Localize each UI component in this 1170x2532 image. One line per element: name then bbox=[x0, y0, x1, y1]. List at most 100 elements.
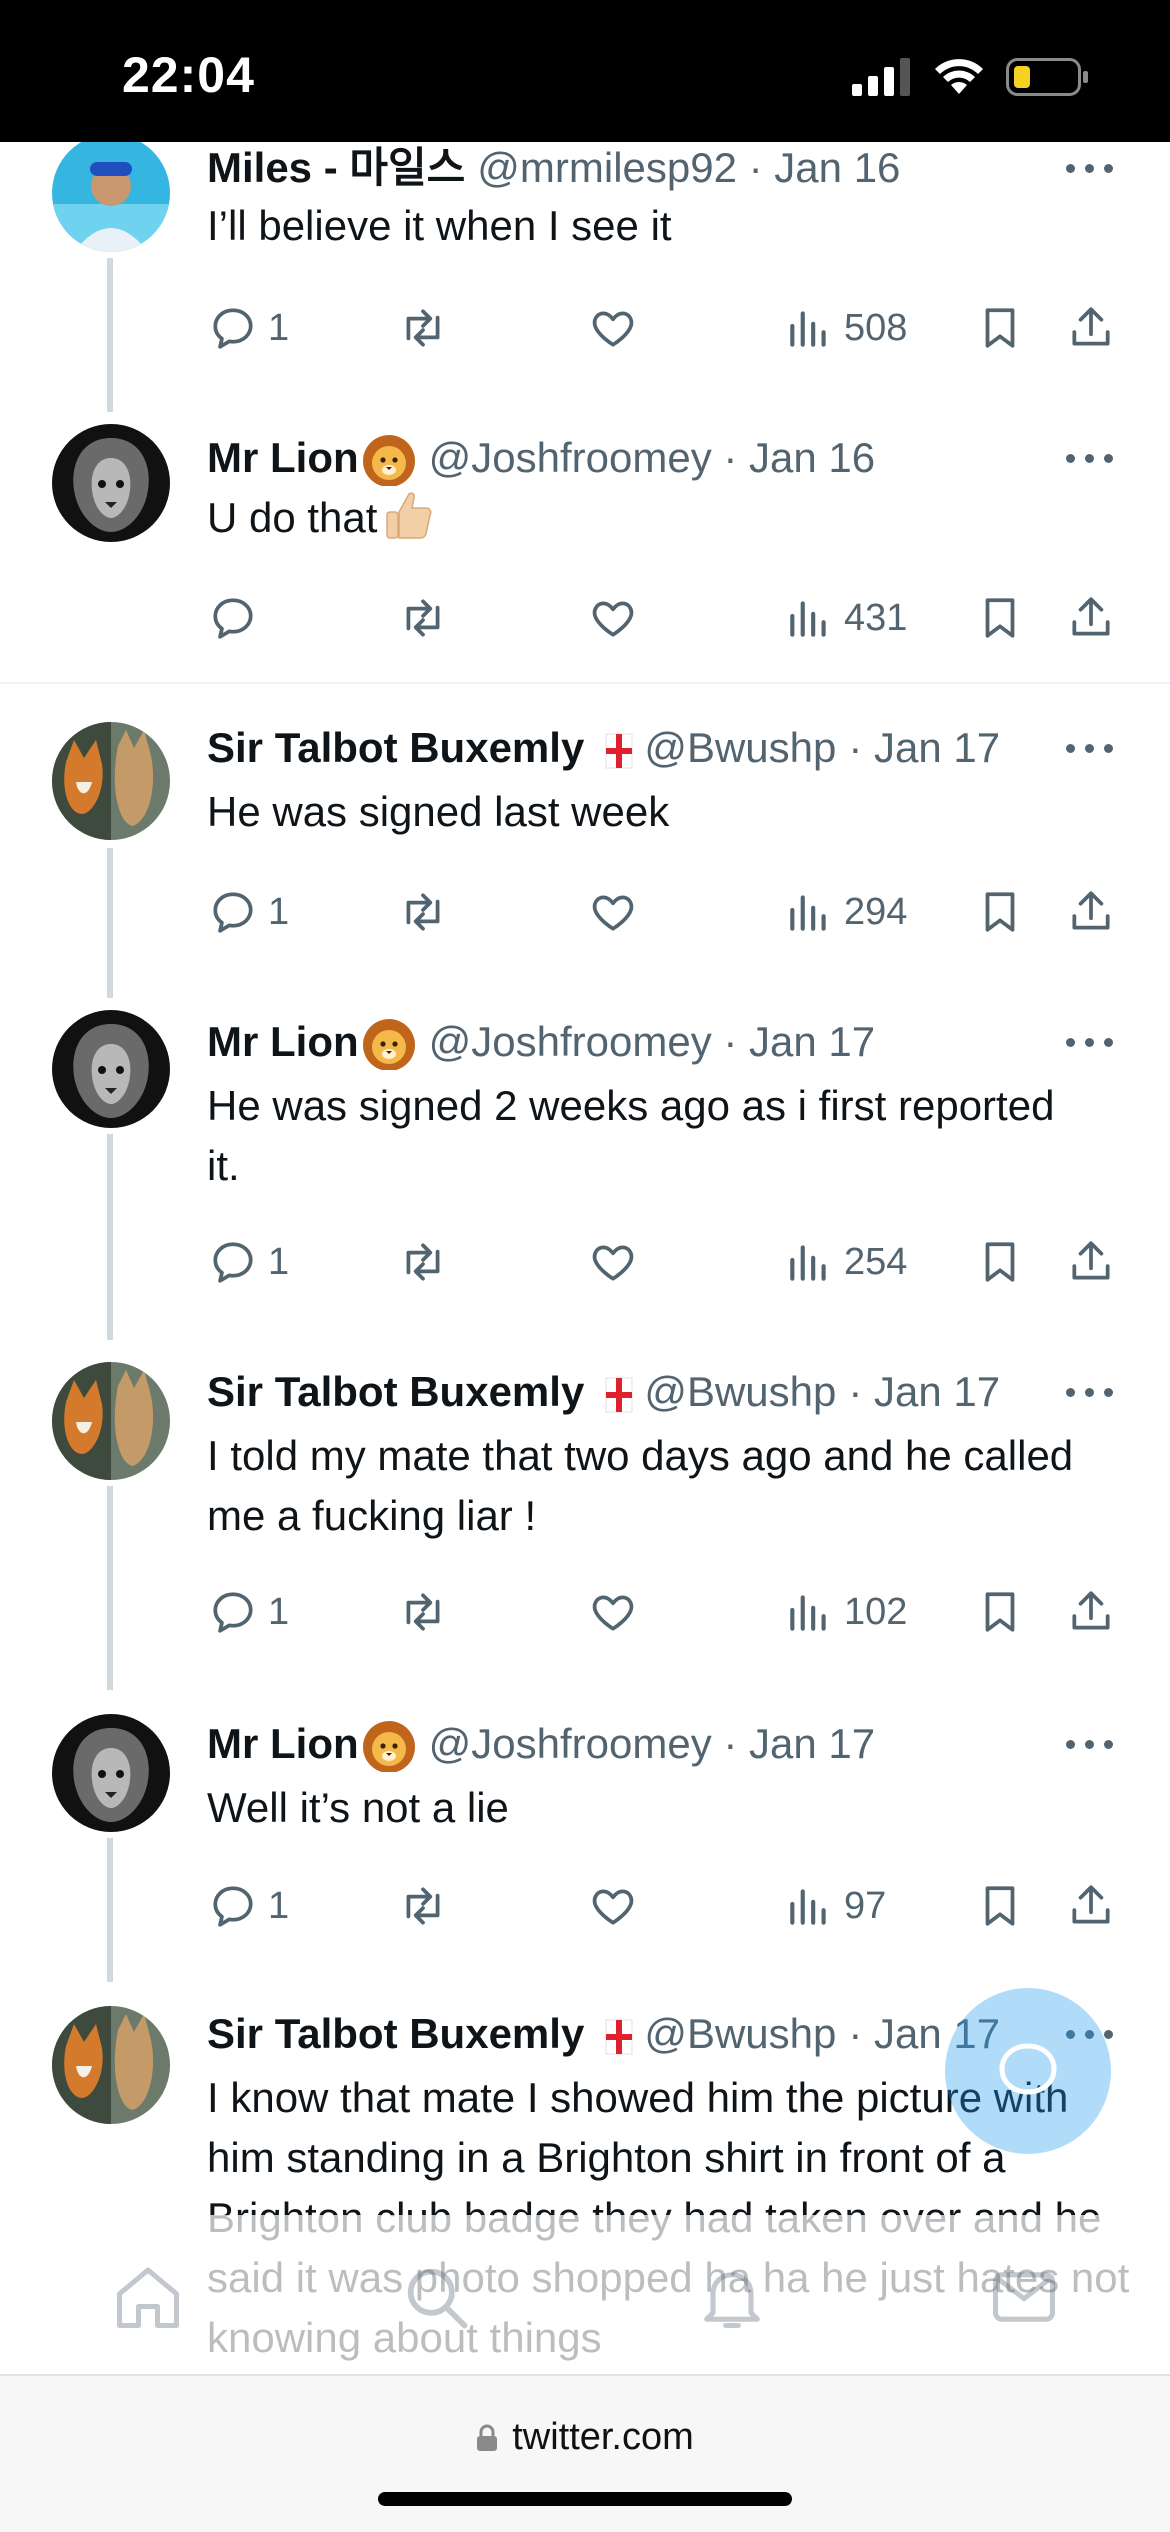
bookmark-button[interactable] bbox=[975, 1232, 1025, 1292]
display-name[interactable]: Mr Lion bbox=[207, 1720, 359, 1767]
reply-button[interactable] bbox=[208, 588, 258, 648]
tweet-header: Sir Talbot Buxemly @Bwushp · Jan 17 bbox=[207, 720, 1097, 776]
retweet-button[interactable] bbox=[398, 1876, 448, 1936]
like-button[interactable] bbox=[588, 298, 638, 358]
retweet-button[interactable] bbox=[398, 882, 448, 942]
share-icon bbox=[1072, 307, 1110, 346]
retweet-button[interactable] bbox=[398, 1232, 448, 1292]
retweet-button[interactable] bbox=[398, 298, 448, 358]
views-button[interactable]: 294 bbox=[784, 882, 907, 942]
avatar-lion-icon bbox=[52, 1010, 170, 1128]
avatar[interactable] bbox=[52, 1714, 170, 1832]
views-chart-icon bbox=[790, 895, 826, 931]
reply-icon bbox=[213, 308, 253, 349]
bottom-tab-bar bbox=[0, 2215, 1170, 2375]
thread-divider bbox=[0, 682, 1170, 684]
retweet-button[interactable] bbox=[398, 1582, 448, 1642]
handle[interactable]: @Bwushp bbox=[644, 1368, 836, 1415]
bookmark-button[interactable] bbox=[975, 588, 1025, 648]
reply-button[interactable]: 1 bbox=[208, 298, 289, 358]
display-name[interactable]: Sir Talbot Buxemly bbox=[207, 724, 584, 771]
avatar[interactable] bbox=[52, 2006, 170, 2124]
home-indicator[interactable] bbox=[378, 2492, 792, 2506]
compose-button[interactable] bbox=[945, 1988, 1111, 2154]
share-button[interactable] bbox=[1066, 1232, 1116, 1292]
england-flag-icon bbox=[605, 1377, 633, 1413]
more-options-icon[interactable] bbox=[1066, 448, 1114, 468]
display-name[interactable]: Sir Talbot Buxemly bbox=[207, 2010, 584, 2057]
bookmark-button[interactable] bbox=[975, 298, 1025, 358]
share-button[interactable] bbox=[1066, 1582, 1116, 1642]
retweet-button[interactable] bbox=[398, 588, 448, 648]
retweet-icon bbox=[406, 309, 440, 347]
handle[interactable]: @Bwushp bbox=[644, 724, 836, 771]
share-button[interactable] bbox=[1066, 1876, 1116, 1936]
avatar[interactable] bbox=[52, 1010, 170, 1128]
share-button[interactable] bbox=[1066, 298, 1116, 358]
more-options-icon[interactable] bbox=[1066, 1734, 1114, 1754]
avatar-miles-icon bbox=[52, 142, 170, 252]
display-name[interactable]: Miles - 마일스 bbox=[207, 144, 465, 191]
bookmark-icon bbox=[985, 892, 1015, 932]
status-bar: 22:04 bbox=[0, 0, 1170, 142]
avatar[interactable] bbox=[52, 722, 170, 840]
tab-messages[interactable] bbox=[986, 2259, 1062, 2335]
reply-button[interactable]: 1 bbox=[208, 882, 289, 942]
display-name[interactable]: Mr Lion bbox=[207, 1018, 359, 1065]
more-options-icon[interactable] bbox=[1066, 738, 1114, 758]
like-button[interactable] bbox=[588, 882, 638, 942]
handle-date[interactable]: @Joshfroomey · Jan 17 bbox=[429, 1018, 876, 1065]
avatar[interactable] bbox=[52, 1362, 170, 1480]
tweet-text: He was signed 2 weeks ago as i first rep… bbox=[207, 1082, 1055, 1189]
handle[interactable]: @Bwushp bbox=[644, 2010, 836, 2057]
tweet-actions: 1 97 bbox=[0, 1876, 1170, 1936]
lock-icon bbox=[477, 2424, 498, 2451]
avatar-lion-icon bbox=[52, 1714, 170, 1832]
handle-date[interactable]: @Joshfroomey · Jan 17 bbox=[429, 1720, 876, 1767]
url-display[interactable]: twitter.com bbox=[0, 2416, 1170, 2459]
bookmark-button[interactable] bbox=[975, 882, 1025, 942]
views-button[interactable]: 508 bbox=[784, 298, 907, 358]
more-options-icon[interactable] bbox=[1066, 158, 1114, 178]
avatar[interactable] bbox=[52, 424, 170, 542]
views-button[interactable]: 254 bbox=[784, 1232, 907, 1292]
views-button[interactable]: 97 bbox=[784, 1876, 886, 1936]
tweet-text: I’ll believe it when I see it bbox=[207, 202, 672, 249]
views-button[interactable]: 102 bbox=[784, 1582, 907, 1642]
handle-date[interactable]: @mrmilesp92 · Jan 16 bbox=[477, 144, 900, 191]
views-button[interactable]: 431 bbox=[784, 588, 907, 648]
avatar[interactable] bbox=[52, 142, 170, 252]
handle-date[interactable]: @Joshfroomey · Jan 16 bbox=[429, 434, 876, 481]
browser-address-bar[interactable]: twitter.com bbox=[0, 2374, 1170, 2532]
like-button[interactable] bbox=[588, 1582, 638, 1642]
bookmark-icon bbox=[985, 598, 1015, 638]
england-flag-icon bbox=[605, 2019, 633, 2055]
like-button[interactable] bbox=[588, 1876, 638, 1936]
reply-button[interactable]: 1 bbox=[208, 1582, 289, 1642]
more-options-icon[interactable] bbox=[1066, 1032, 1114, 1052]
bookmark-icon bbox=[985, 1592, 1015, 1632]
cellular-signal-icon bbox=[852, 58, 910, 96]
avatar-pets-icon bbox=[52, 722, 170, 840]
tab-search[interactable] bbox=[398, 2259, 474, 2335]
share-button[interactable] bbox=[1066, 588, 1116, 648]
tab-notifications[interactable] bbox=[694, 2259, 770, 2335]
reply-button[interactable]: 1 bbox=[208, 1232, 289, 1292]
share-button[interactable] bbox=[1066, 882, 1116, 942]
display-name[interactable]: Mr Lion bbox=[207, 434, 359, 481]
more-options-icon[interactable] bbox=[1066, 1382, 1114, 1402]
tab-home[interactable] bbox=[110, 2259, 186, 2335]
reply-button[interactable]: 1 bbox=[208, 1876, 289, 1936]
tweet-date[interactable]: · Jan 17 bbox=[848, 724, 1000, 771]
like-button[interactable] bbox=[588, 588, 638, 648]
like-button[interactable] bbox=[588, 1232, 638, 1292]
lion-emoji-icon bbox=[362, 1018, 415, 1070]
retweet-icon bbox=[406, 893, 440, 931]
tweet-date[interactable]: · Jan 17 bbox=[848, 1368, 1000, 1415]
reply-count: 1 bbox=[268, 1884, 290, 1927]
display-name[interactable]: Sir Talbot Buxemly bbox=[207, 1368, 584, 1415]
avatar-pets-icon bbox=[52, 1362, 170, 1480]
bookmark-button[interactable] bbox=[975, 1876, 1025, 1936]
bookmark-button[interactable] bbox=[975, 1582, 1025, 1642]
bookmark-icon bbox=[985, 308, 1015, 348]
